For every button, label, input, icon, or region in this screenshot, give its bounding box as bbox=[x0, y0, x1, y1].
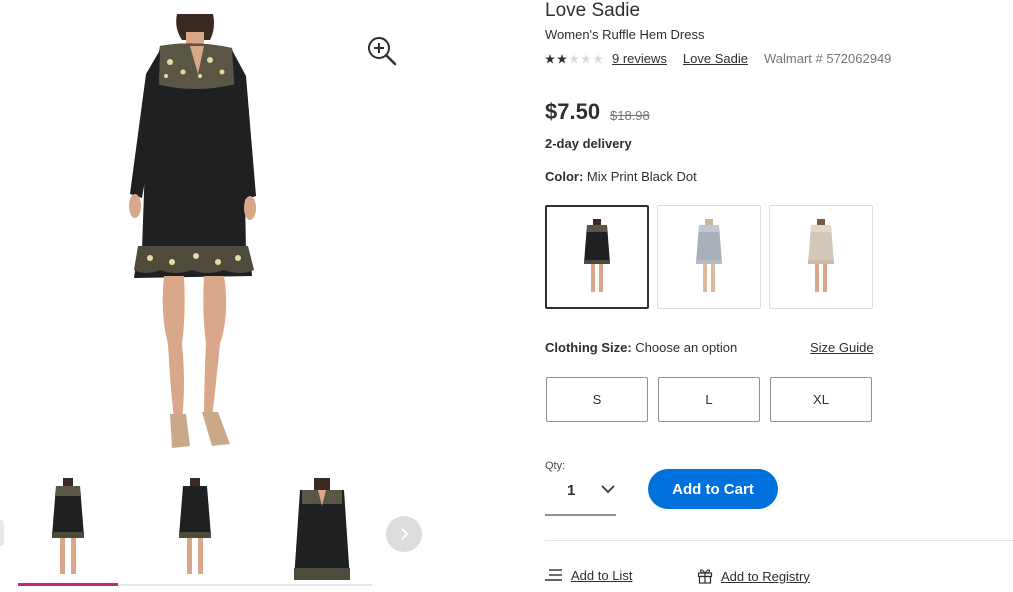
color-swatch-black-dot[interactable] bbox=[545, 205, 649, 309]
reviews-link[interactable]: 9 reviews bbox=[612, 51, 667, 66]
thumbnail-back[interactable] bbox=[145, 476, 245, 582]
product-meta-row: 9 reviews Love Sadie Walmart # 572062949 bbox=[545, 51, 891, 66]
add-to-list-label: Add to List bbox=[571, 567, 633, 583]
delivery-badge: 2-day delivery bbox=[545, 136, 632, 151]
color-selection-label: Color: Mix Print Black Dot bbox=[545, 169, 697, 184]
size-option-s[interactable]: S bbox=[546, 377, 648, 422]
quantity-value: 1 bbox=[567, 482, 576, 499]
quantity-select[interactable]: 1 bbox=[545, 476, 616, 516]
brand-link[interactable]: Love Sadie bbox=[683, 51, 748, 66]
zoom-in-icon[interactable] bbox=[366, 35, 398, 67]
star-rating bbox=[545, 53, 603, 64]
chevron-right-icon bbox=[401, 528, 409, 540]
thumbnail-strip bbox=[18, 474, 372, 588]
walmart-item-number: Walmart # 572062949 bbox=[763, 51, 892, 66]
chevron-down-icon bbox=[601, 485, 615, 494]
main-product-image[interactable] bbox=[120, 14, 270, 454]
active-thumbnail-indicator bbox=[18, 583, 118, 586]
add-to-registry-label: Add to Registry bbox=[721, 568, 810, 584]
thumbnail-front[interactable] bbox=[18, 476, 118, 582]
current-price: $7.50 bbox=[545, 99, 601, 124]
was-price: $18.98 bbox=[610, 108, 650, 123]
thumbnail-detail[interactable] bbox=[272, 476, 372, 582]
size-option-xl[interactable]: XL bbox=[770, 377, 872, 422]
section-divider bbox=[545, 540, 1013, 541]
size-value: Choose an option bbox=[635, 340, 738, 355]
size-guide-link[interactable]: Size Guide bbox=[810, 340, 874, 355]
add-to-cart-button[interactable]: Add to Cart bbox=[648, 469, 778, 509]
color-label: Color: bbox=[545, 169, 584, 184]
gift-icon bbox=[697, 569, 713, 584]
quantity-label: Qty: bbox=[545, 460, 566, 472]
size-selection-label: Clothing Size: Choose an option bbox=[545, 340, 737, 355]
color-swatch-beige[interactable] bbox=[769, 205, 873, 309]
thumbnail-indicator bbox=[18, 583, 372, 586]
size-label: Clothing Size: bbox=[545, 340, 632, 355]
next-thumbnail-button[interactable] bbox=[386, 516, 422, 552]
product-brand-title: Love Sadie bbox=[545, 0, 641, 21]
add-to-registry-link[interactable]: Add to Registry bbox=[697, 568, 810, 584]
add-to-list-link[interactable]: Add to List bbox=[545, 567, 632, 583]
previous-thumbnail-edge[interactable] bbox=[0, 520, 4, 546]
size-option-l[interactable]: L bbox=[658, 377, 760, 422]
list-icon bbox=[545, 569, 562, 581]
color-value: Mix Print Black Dot bbox=[586, 169, 697, 184]
product-name: Women's Ruffle Hem Dress bbox=[545, 27, 705, 42]
color-swatch-grey[interactable] bbox=[657, 205, 761, 309]
